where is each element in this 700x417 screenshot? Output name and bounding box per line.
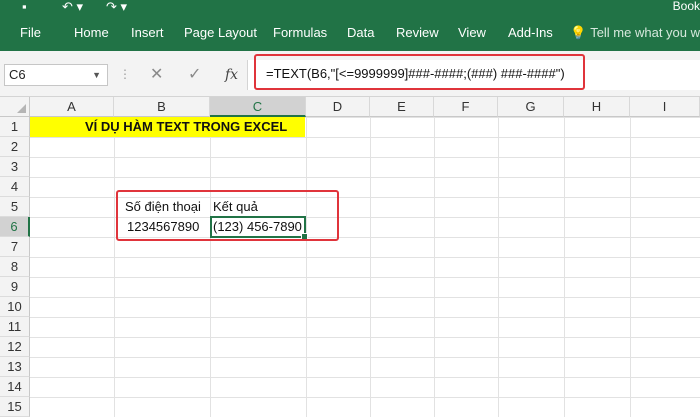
row-header-15[interactable]: 15 — [0, 397, 30, 417]
insert-function-icon[interactable]: fx — [225, 64, 238, 86]
row-header-7[interactable]: 7 — [0, 237, 30, 257]
formula-bar-grip-icon[interactable]: ⋮ — [119, 67, 131, 81]
enter-icon[interactable]: ✓ — [188, 64, 201, 86]
grid-line — [370, 117, 371, 417]
grid-line — [564, 117, 565, 417]
name-box-value: C6 — [9, 67, 26, 82]
column-header-e[interactable]: E — [370, 97, 434, 117]
row-header-6[interactable]: 6 — [0, 217, 30, 237]
cell-a1[interactable]: VÍ DỤ HÀM TEXT TRONG EXCEL — [85, 117, 287, 136]
result-highlight-box — [116, 190, 339, 241]
chevron-down-icon[interactable]: ▼ — [92, 65, 101, 85]
tab-home[interactable]: Home — [74, 18, 109, 51]
row-header-4[interactable]: 4 — [0, 177, 30, 197]
tell-me-text: Tell me what you wa — [590, 25, 700, 40]
name-box[interactable]: C6 ▼ — [4, 64, 108, 86]
column-header-i[interactable]: I — [630, 97, 700, 117]
column-header-f[interactable]: F — [434, 97, 498, 117]
ribbon-tabs: File Home Insert Page Layout Formulas Da… — [0, 18, 700, 51]
undo-icon[interactable]: ↶ ▾ — [62, 0, 83, 14]
row-header-5[interactable]: 5 — [0, 197, 30, 217]
row-header-8[interactable]: 8 — [0, 257, 30, 277]
row-header-11[interactable]: 11 — [0, 317, 30, 337]
grid-line — [306, 117, 307, 417]
tab-view[interactable]: View — [458, 18, 486, 51]
column-header-b[interactable]: B — [114, 97, 210, 117]
grid-line — [498, 117, 499, 417]
column-header-g[interactable]: G — [498, 97, 564, 117]
row-header-2[interactable]: 2 — [0, 137, 30, 157]
tab-insert[interactable]: Insert — [131, 18, 164, 51]
formula-highlight-box — [254, 54, 585, 90]
tab-data[interactable]: Data — [347, 18, 374, 51]
cancel-icon[interactable]: ✕ — [150, 64, 163, 86]
row-header-13[interactable]: 13 — [0, 357, 30, 377]
row-header-14[interactable]: 14 — [0, 377, 30, 397]
row-header-10[interactable]: 10 — [0, 297, 30, 317]
row-header-1[interactable]: 1 — [0, 117, 30, 137]
select-all-corner[interactable] — [0, 97, 30, 117]
tell-me-search[interactable]: 💡 Tell me what you wa — [570, 18, 700, 51]
grid-line — [434, 117, 435, 417]
title-bar: ▪ ↶ ▾ ↷ ▾ Book — [0, 0, 700, 18]
column-header-c[interactable]: C — [210, 97, 306, 117]
column-header-a[interactable]: A — [30, 97, 114, 117]
tab-add-ins[interactable]: Add-Ins — [508, 18, 553, 51]
grid-line — [114, 117, 115, 417]
row-header-12[interactable]: 12 — [0, 337, 30, 357]
redo-icon[interactable]: ↷ ▾ — [106, 0, 127, 14]
grid-line — [210, 117, 211, 417]
tab-formulas[interactable]: Formulas — [273, 18, 327, 51]
lightbulb-icon: 💡 — [570, 25, 587, 40]
row-header-3[interactable]: 3 — [0, 157, 30, 177]
tab-file[interactable]: File — [20, 18, 41, 51]
column-header-d[interactable]: D — [306, 97, 370, 117]
window-title: Book — [672, 0, 700, 13]
save-icon[interactable]: ▪ — [22, 0, 27, 14]
tab-page-layout[interactable]: Page Layout — [184, 18, 257, 51]
tab-review[interactable]: Review — [396, 18, 439, 51]
row-header-9[interactable]: 9 — [0, 277, 30, 297]
column-header-h[interactable]: H — [564, 97, 630, 117]
cell-grid[interactable] — [30, 117, 700, 417]
grid-line — [630, 117, 631, 417]
